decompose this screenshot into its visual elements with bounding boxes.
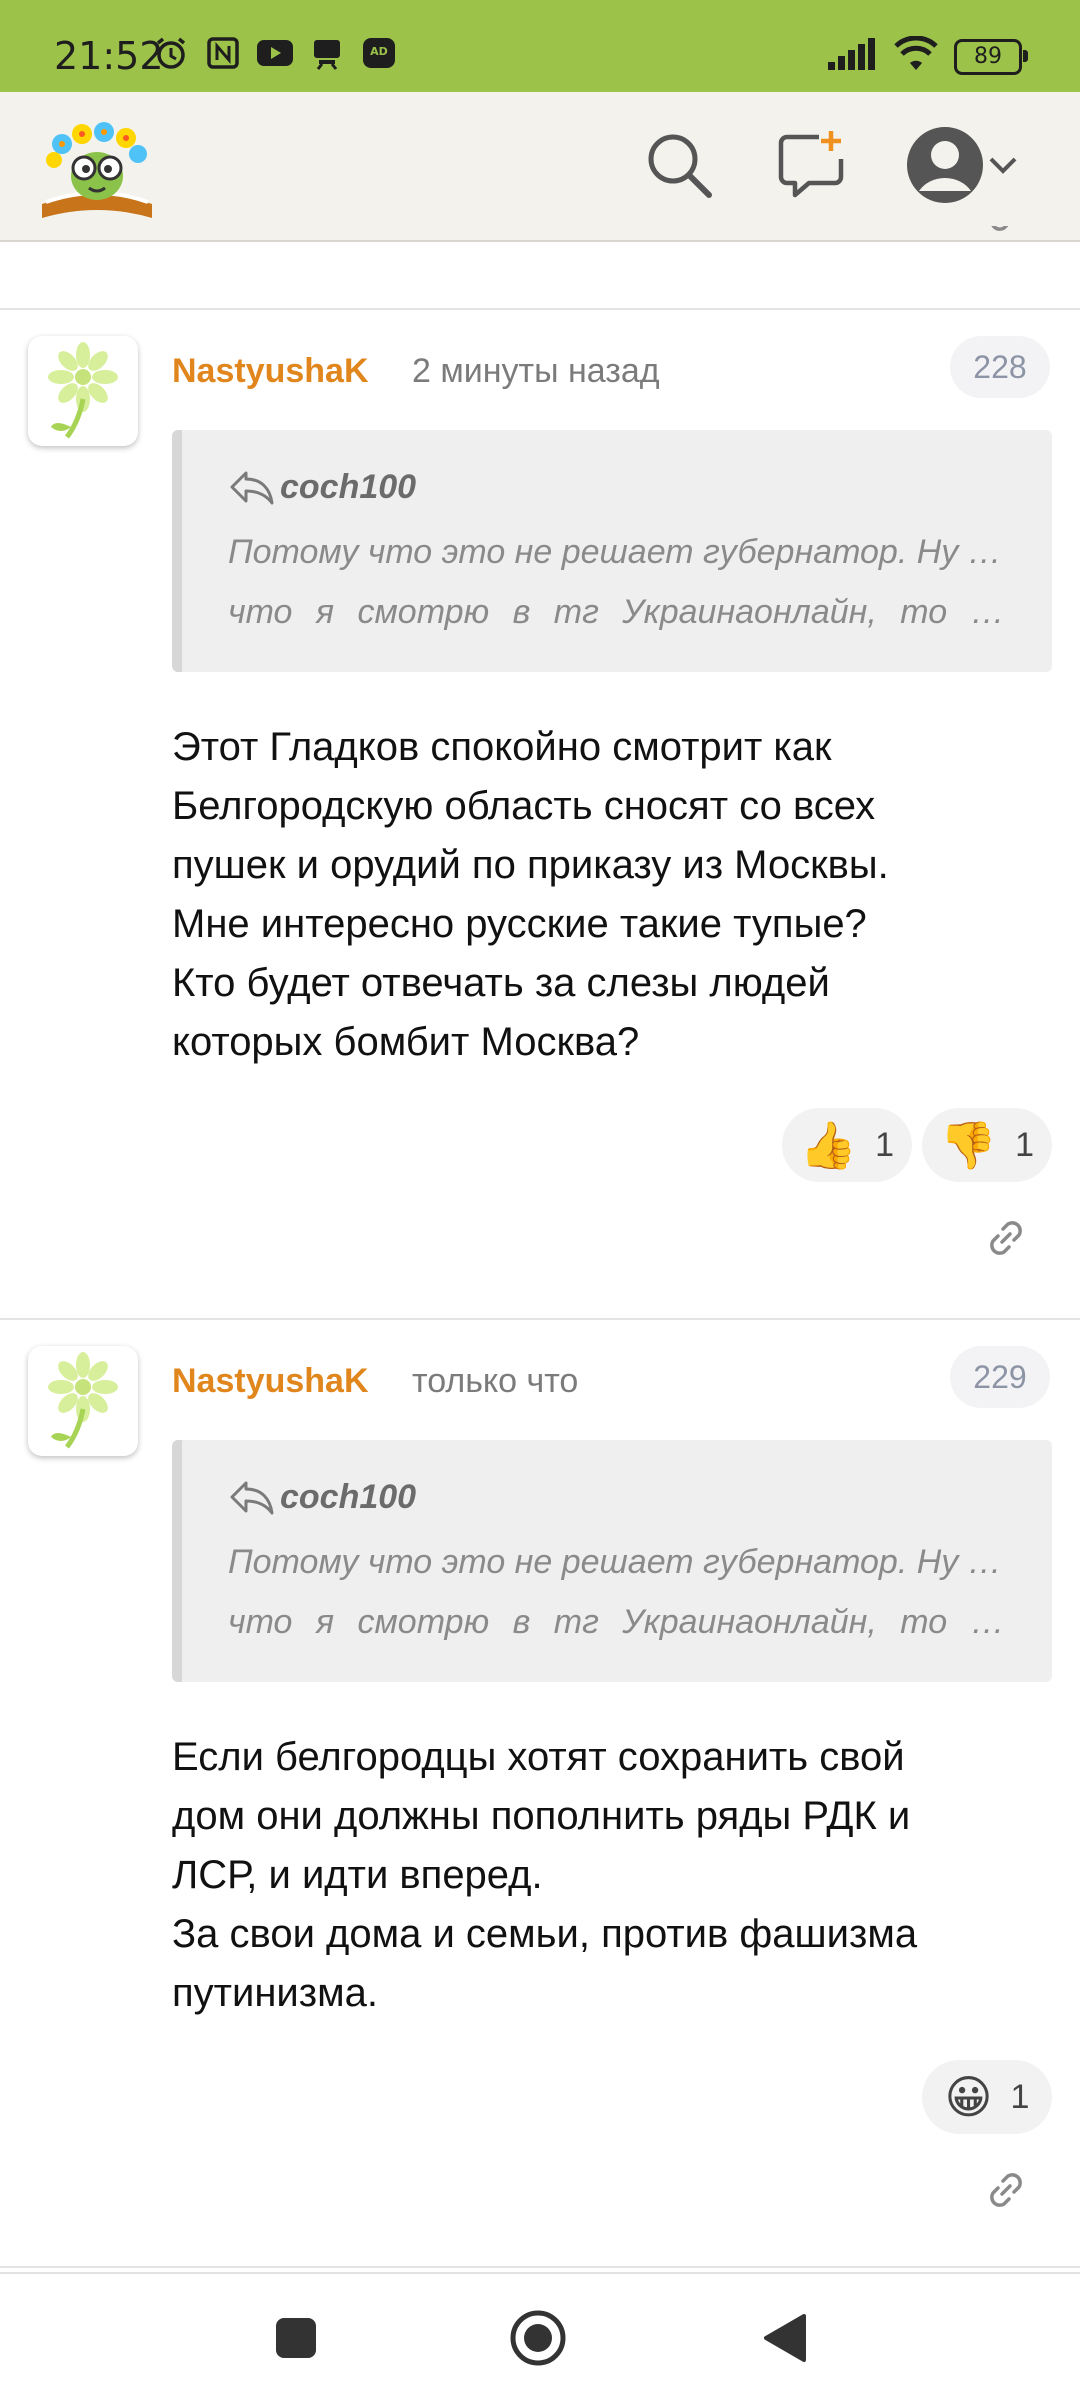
quote-text: Потому что это не решает губернатор. Ну … bbox=[228, 522, 1018, 642]
comment-text-line: дом они должны пополнить ряды РДК и bbox=[172, 1794, 911, 1838]
quote-block[interactable]: coch100 Потому что это не решает губерна… bbox=[172, 430, 1052, 672]
quote-line: что я смотрю в тг Украинаонлайн, то бы..… bbox=[228, 1603, 1018, 1641]
quote-block[interactable]: coch100 Потому что это не решает губерна… bbox=[172, 1440, 1052, 1682]
reaction-count: 1 bbox=[875, 1125, 895, 1164]
comment-text-line: ЛСР, и идти вперед. bbox=[172, 1853, 543, 1897]
comment-text-line: Кто будет отвечать за слезы людей bbox=[172, 961, 830, 1005]
quote-line: Потому что это не решает губернатор. Ну … bbox=[228, 533, 1018, 571]
comment-text-line: Этот Гладков спокойно смотрит как bbox=[172, 725, 832, 769]
comment-avatar[interactable] bbox=[28, 1346, 138, 1456]
system-nav-bar bbox=[0, 2272, 1080, 2402]
quote-line: что я смотрю в тг Украинаонлайн, то бы..… bbox=[228, 593, 1018, 631]
signal-icon bbox=[826, 36, 878, 77]
cast-icon bbox=[308, 34, 346, 72]
new-message-icon bbox=[778, 131, 844, 198]
youtube-icon bbox=[256, 34, 294, 72]
wifi-icon bbox=[894, 35, 938, 77]
status-time: 21:52 bbox=[54, 34, 164, 78]
chevron-down-icon bbox=[989, 157, 1017, 174]
back-icon bbox=[764, 2314, 806, 2362]
comment-time: 2 минуты назад bbox=[412, 352, 660, 390]
reaction-smile[interactable]: 😀 1 bbox=[922, 2060, 1052, 2134]
app-header bbox=[0, 92, 1080, 242]
comment-text: Этот Гладков спокойно смотрит как Белгор… bbox=[172, 718, 1032, 1072]
quote-line: Потому что это не решает губернатор. Ну … bbox=[228, 1543, 1018, 1581]
reaction-count: 1 bbox=[1015, 1125, 1035, 1164]
profile-menu[interactable] bbox=[898, 120, 1028, 210]
link-icon bbox=[990, 2173, 1022, 2207]
comment-author[interactable]: NastyushaK bbox=[172, 352, 369, 391]
smile-icon: 😀 bbox=[944, 2071, 993, 2123]
comment-text-line: пушек и орудий по приказу из Москвы. bbox=[172, 843, 889, 887]
reaction-count: 1 bbox=[1010, 2077, 1030, 2116]
quote-author: coch100 bbox=[280, 468, 417, 506]
flower-icon bbox=[48, 1352, 118, 1449]
comment-text-line: За свои дома и семьи, против фашизма bbox=[172, 1912, 918, 1956]
thumbs-down-icon: 👎 bbox=[939, 1119, 998, 1171]
comment-text-line: Мне интересно русские такие тупые? bbox=[172, 902, 867, 946]
comment-author[interactable]: NastyushaK bbox=[172, 1362, 369, 1401]
flower-icon bbox=[48, 342, 118, 439]
permalink-button[interactable] bbox=[980, 1212, 1032, 1264]
home-icon bbox=[510, 2310, 566, 2366]
comment-text-line: Белгородскую область сносят со всех bbox=[172, 784, 876, 828]
previous-comment-link-icon bbox=[980, 226, 1032, 240]
comment-time: только что bbox=[412, 1362, 579, 1400]
comment-separator bbox=[0, 2266, 1080, 2268]
comment-separator bbox=[0, 1318, 1080, 1320]
quote-text: Потому что это не решает губернатор. Ну … bbox=[228, 1532, 1018, 1652]
comment-text: Если белгородцы хотят сохранить свой дом… bbox=[172, 1728, 1032, 2023]
ad-icon: AD bbox=[360, 34, 398, 72]
battery-icon: 89 bbox=[954, 38, 1028, 75]
nfc-icon bbox=[204, 34, 242, 72]
home-button[interactable] bbox=[508, 2308, 568, 2368]
reaction-thumbs-up[interactable]: 👍 1 bbox=[782, 1108, 912, 1182]
reaction-thumbs-down[interactable]: 👎 1 bbox=[922, 1108, 1052, 1182]
recents-icon bbox=[276, 2318, 316, 2358]
quote-author: coch100 bbox=[280, 1478, 417, 1516]
new-message-button[interactable] bbox=[766, 120, 856, 210]
search-button[interactable] bbox=[634, 120, 724, 210]
reply-arrow-icon bbox=[230, 471, 274, 504]
comment-text-line: Если белгородцы хотят сохранить свой bbox=[172, 1735, 905, 1779]
recents-button[interactable] bbox=[266, 2308, 326, 2368]
site-logo[interactable] bbox=[34, 106, 160, 224]
comment-text-line: которых бомбит Москва? bbox=[172, 1020, 640, 1064]
reply-arrow-icon bbox=[230, 1481, 274, 1514]
status-bar: 21:52 AD 89 bbox=[0, 0, 1080, 92]
thumbs-up-icon: 👍 bbox=[799, 1119, 858, 1171]
link-icon bbox=[990, 1221, 1022, 1255]
back-button[interactable] bbox=[754, 2308, 814, 2368]
search-icon bbox=[648, 134, 712, 198]
comment-number-badge[interactable]: 229 bbox=[950, 1346, 1050, 1408]
comment-text-line: путинизма. bbox=[172, 1971, 378, 2015]
avatar-icon bbox=[907, 127, 983, 203]
permalink-button[interactable] bbox=[980, 2164, 1032, 2216]
alarm-icon bbox=[152, 34, 190, 72]
comment-avatar[interactable] bbox=[28, 336, 138, 446]
svg-text:AD: AD bbox=[370, 45, 388, 58]
comment-separator bbox=[0, 308, 1080, 310]
comment-number-badge[interactable]: 228 bbox=[950, 336, 1050, 398]
